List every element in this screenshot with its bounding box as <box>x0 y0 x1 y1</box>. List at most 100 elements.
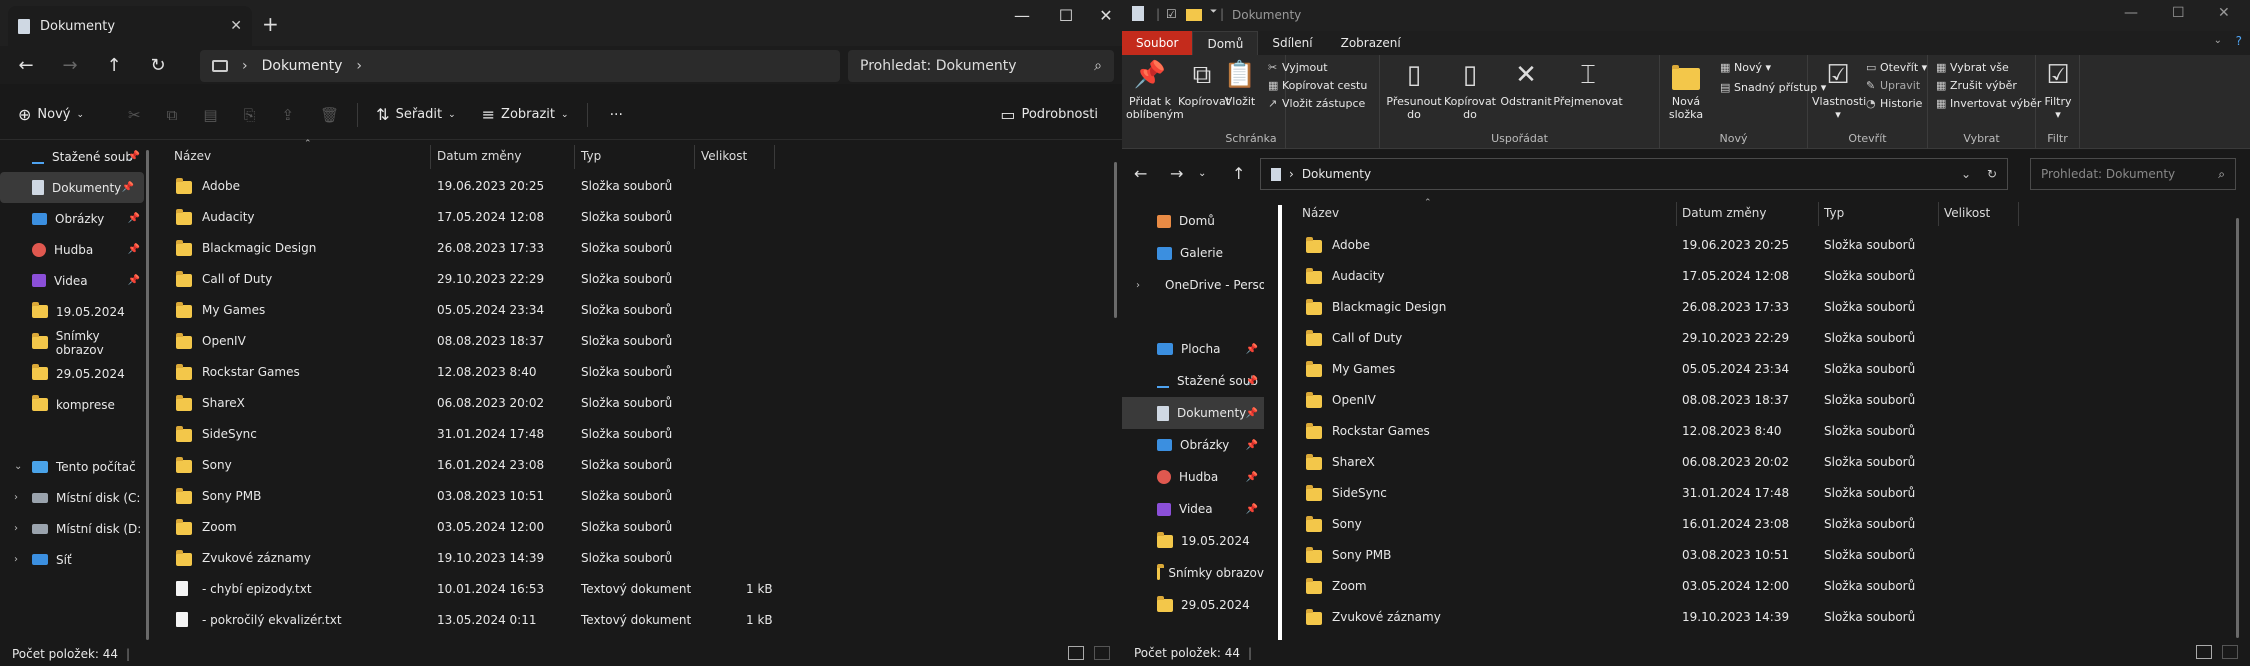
expand-chevron-icon[interactable]: › <box>1136 280 1140 291</box>
sidebar-item[interactable]: › Místní disk (C: <box>0 482 150 513</box>
maximize-button[interactable]: ☐ <box>1046 6 1086 25</box>
select-all-button[interactable]: ▦ Vybrat vše <box>1936 61 2009 74</box>
column-divider[interactable] <box>574 145 575 169</box>
table-row[interactable]: Blackmagic Design 26.08.2023 17:33 Složka … <box>168 233 1122 264</box>
edit-button[interactable]: ✎ Upravit <box>1866 79 1920 92</box>
expand-chevron-icon[interactable]: › <box>14 554 18 565</box>
sidebar-item[interactable]: Dokumenty 📌 <box>1122 397 1264 429</box>
move-to-button[interactable]: ▯ Přesunout do <box>1386 59 1442 121</box>
close-window-button[interactable]: ✕ <box>1086 6 1126 25</box>
pane-splitter[interactable] <box>1278 205 1282 640</box>
address-dropdown-icon[interactable]: ⌄ <box>1961 167 1971 181</box>
sidebar-item[interactable]: Hudba 📌 <box>1122 461 1264 493</box>
sidebar-item[interactable]: Galerie <box>1122 237 1264 269</box>
sidebar-item[interactable]: Hudba 📌 <box>0 234 150 265</box>
table-row[interactable]: Call of Duty 29.10.2023 22:29 Složka soubo… <box>1292 323 2250 354</box>
table-row[interactable]: SideSync 31.01.2024 17:48 Složka souborů <box>1292 478 2250 509</box>
up-arrow-icon[interactable]: ↑ <box>1232 164 1245 183</box>
sidebar-item[interactable]: Dokumenty 📌 <box>0 172 144 203</box>
recent-chevron-icon[interactable]: ⌄ <box>1198 168 1206 179</box>
column-divider[interactable] <box>1938 202 1939 226</box>
select-none-button[interactable]: ▦ Zrušit výběr <box>1936 79 2017 92</box>
table-row[interactable]: Adobe 19.06.2023 20:25 Složka souborů <box>168 171 1122 202</box>
forward-arrow-icon[interactable]: → <box>48 55 92 76</box>
expand-chevron-icon[interactable]: ⌄ <box>14 461 22 472</box>
sidebar-item[interactable]: Videa 📌 <box>0 265 150 296</box>
details-view-icon[interactable] <box>2196 645 2212 659</box>
table-row[interactable]: SideSync 31.01.2024 17:48 Složka souborů <box>168 419 1122 450</box>
details-view-icon[interactable] <box>1068 646 1084 660</box>
minimize-button[interactable]: — <box>2124 5 2138 21</box>
column-divider[interactable] <box>774 145 775 169</box>
back-arrow-icon[interactable]: ← <box>4 55 48 76</box>
sidebar-item[interactable]: Obrázky 📌 <box>1122 429 1264 461</box>
sidebar-item[interactable]: Domů <box>1122 205 1264 237</box>
table-row[interactable]: OpenIV 08.08.2023 18:37 Složka souborů <box>1292 385 2250 416</box>
column-divider[interactable] <box>430 145 431 169</box>
sidebar-item[interactable]: Stažené soub 📌 <box>0 141 150 172</box>
table-row[interactable]: Sony PMB 03.08.2023 10:51 Složka souborů <box>1292 540 2250 571</box>
sidebar-item[interactable]: › OneDrive - Perso <box>1122 269 1264 301</box>
new-folder-button[interactable]: Nová složka <box>1664 59 1708 121</box>
tab-dokumenty[interactable]: Dokumenty ✕ <box>8 6 252 46</box>
file-list-scrollbar[interactable] <box>1114 162 1117 318</box>
sidebar-scrollbar[interactable] <box>146 150 149 640</box>
close-window-button[interactable]: ✕ <box>2218 5 2230 21</box>
file-list-scrollbar[interactable] <box>2236 218 2239 638</box>
rename-button[interactable]: ⌶ Přejmenovat <box>1552 59 1624 108</box>
table-row[interactable]: ShareX 06.08.2023 20:02 Složka souborů <box>168 388 1122 419</box>
tab-file[interactable]: Soubor <box>1122 31 1193 55</box>
copy-icon[interactable]: ⧉ <box>167 106 178 124</box>
table-row[interactable]: My Games 05.05.2024 23:34 Složka souborů <box>168 295 1122 326</box>
table-row[interactable]: Audacity 17.05.2024 12:08 Složka souborů <box>168 202 1122 233</box>
sidebar-item[interactable]: Videa 📌 <box>1122 493 1264 525</box>
table-row[interactable]: Zvukové záznamy 19.10.2023 14:39 Složka so… <box>1292 602 2250 633</box>
history-button[interactable]: ◔ Historie <box>1866 97 1922 110</box>
table-row[interactable]: Adobe 19.06.2023 20:25 Složka souborů <box>1292 230 2250 261</box>
copy-to-button[interactable]: ▯ Kopírovat do <box>1442 59 1498 121</box>
back-arrow-icon[interactable]: ← <box>1134 164 1147 183</box>
table-row[interactable]: Sony 16.01.2024 23:08 Složka souborů <box>1292 509 2250 540</box>
sidebar-item[interactable]: › Síť <box>0 544 150 575</box>
large-icons-view-icon[interactable] <box>2222 645 2238 659</box>
up-arrow-icon[interactable]: ↑ <box>92 55 136 76</box>
address-bar[interactable]: › Dokumenty ⌄ ↻ <box>1260 158 2008 190</box>
column-divider[interactable] <box>1818 202 1819 226</box>
sidebar-item[interactable]: ⌄ Tento počítač <box>0 451 150 482</box>
minimize-button[interactable]: — <box>1002 6 1042 25</box>
sidebar-item[interactable]: 29.05.2024 <box>0 358 150 389</box>
new-folder-quick-icon[interactable] <box>1186 9 1202 21</box>
sidebar-item[interactable]: Snímky obrazov <box>1122 557 1264 589</box>
expand-chevron-icon[interactable]: › <box>14 492 18 503</box>
column-date[interactable]: Datum změny <box>1682 206 1767 220</box>
refresh-icon[interactable]: ↻ <box>1987 167 1997 181</box>
search-input[interactable]: Prohledat: Dokumenty ⌕ <box>2030 158 2236 190</box>
column-divider[interactable] <box>1676 202 1677 226</box>
table-row[interactable]: - chybí epizody.txt 10.01.2024 16:53 Texto… <box>168 574 1122 605</box>
sidebar-item[interactable]: › Místní disk (D: <box>0 513 150 544</box>
sort-button[interactable]: ⇅ Seřadit ⌄ <box>376 105 455 124</box>
open-button[interactable]: ▭ Otevřít ▾ <box>1866 61 1927 74</box>
column-size[interactable]: Velikost <box>701 149 747 163</box>
table-row[interactable]: Sony 16.01.2024 23:08 Složka souborů <box>168 450 1122 481</box>
delete-icon[interactable]: 🗑 <box>320 106 339 124</box>
tab-view[interactable]: Zobrazení <box>1327 31 1415 55</box>
cut-icon[interactable]: ✂ <box>128 106 141 124</box>
table-row[interactable]: OpenIV 08.08.2023 18:37 Složka souborů <box>168 326 1122 357</box>
column-size[interactable]: Velikost <box>1944 206 1990 220</box>
properties-button[interactable]: ☑ Vlastnosti ▾ <box>1812 59 1866 121</box>
table-row[interactable]: My Games 05.05.2024 23:34 Složka souborů <box>1292 354 2250 385</box>
column-name[interactable]: Název <box>1302 206 1339 220</box>
delete-button[interactable]: ✕ Odstranit <box>1500 59 1552 108</box>
tab-home[interactable]: Domů <box>1192 31 1259 55</box>
forward-arrow-icon[interactable]: → <box>1170 164 1183 183</box>
table-row[interactable]: ShareX 06.08.2023 20:02 Složka souborů <box>1292 447 2250 478</box>
table-row[interactable]: Sony PMB 03.08.2023 10:51 Složka souborů <box>168 481 1122 512</box>
table-row[interactable]: Audacity 17.05.2024 12:08 Složka souborů <box>1292 261 2250 292</box>
column-divider[interactable] <box>694 145 695 169</box>
table-row[interactable]: Zoom 03.05.2024 12:00 Složka souborů <box>1292 571 2250 602</box>
table-row[interactable]: Call of Duty 29.10.2023 22:29 Složka soubo… <box>168 264 1122 295</box>
table-row[interactable]: - pokročilý ekvalizér.txt 13.05.2024 0:11… <box>168 605 1122 636</box>
sidebar-item[interactable]: 19.05.2024 <box>0 296 150 327</box>
rename-icon[interactable]: ⎘ <box>244 106 256 124</box>
